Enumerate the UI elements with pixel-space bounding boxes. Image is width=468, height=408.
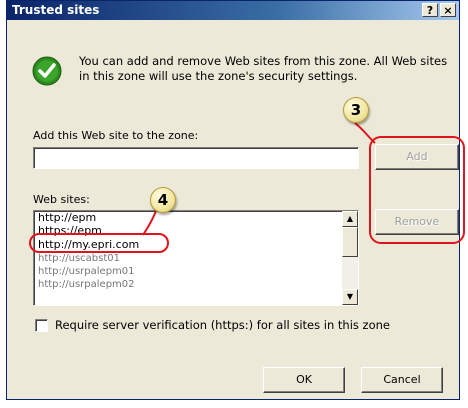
annotation-badge-4: 4 bbox=[150, 187, 176, 213]
annotation-arrows bbox=[142, 122, 376, 236]
annotation-badge-3: 3 bbox=[343, 97, 369, 123]
trusted-sites-dialog: Trusted sites ? × You can add and remove… bbox=[6, 0, 465, 400]
